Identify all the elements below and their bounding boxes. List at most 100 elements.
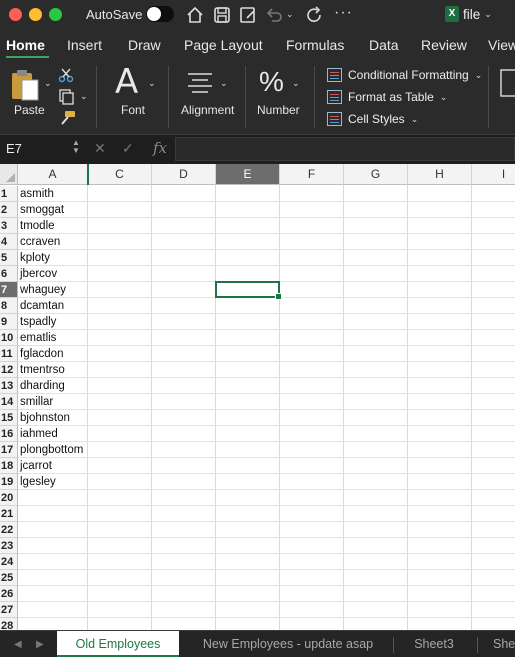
column-header-a[interactable]: A — [18, 164, 88, 185]
column-header-h[interactable]: H — [408, 164, 472, 185]
row-header-7[interactable]: 7 — [0, 282, 18, 298]
row-header-28[interactable]: 28 — [0, 618, 18, 630]
alignment-label[interactable]: Alignment — [181, 103, 234, 117]
save-icon[interactable] — [212, 5, 232, 25]
tab-insert[interactable]: Insert — [67, 37, 102, 53]
row-header-8[interactable]: 8 — [0, 298, 18, 314]
column-header-f[interactable]: F — [280, 164, 344, 185]
row-header-20[interactable]: 20 — [0, 490, 18, 506]
cell-a5[interactable]: kploty — [20, 250, 50, 266]
edit-icon[interactable] — [238, 5, 258, 25]
cell-a6[interactable]: jbercov — [20, 266, 57, 282]
row-header-22[interactable]: 22 — [0, 522, 18, 538]
row-header-2[interactable]: 2 — [0, 202, 18, 218]
sheet-tab-sheet4[interactable]: Sheet4 — [480, 631, 515, 657]
cell-a17[interactable]: plongbottom — [20, 442, 83, 458]
row-header-16[interactable]: 16 — [0, 426, 18, 442]
tab-draw[interactable]: Draw — [128, 37, 161, 53]
prev-sheet-icon[interactable]: ◀ — [14, 639, 22, 650]
row-header-25[interactable]: 25 — [0, 570, 18, 586]
row-header-21[interactable]: 21 — [0, 506, 18, 522]
undo-icon[interactable] — [264, 5, 284, 25]
undo-dropdown-icon[interactable]: ⌄ — [286, 9, 294, 20]
row-header-1[interactable]: 1 — [0, 186, 18, 202]
number-label[interactable]: Number — [257, 103, 300, 117]
row-header-12[interactable]: 12 — [0, 362, 18, 378]
number-dropdown-icon[interactable]: ⌄ — [292, 78, 300, 89]
insert-function-icon[interactable]: fx — [153, 139, 167, 157]
format-as-table-button[interactable]: Format as Table ⌄ — [327, 88, 447, 106]
tab-view[interactable]: View — [488, 37, 515, 53]
cell-a3[interactable]: tmodle — [20, 218, 55, 234]
cut-icon[interactable] — [58, 67, 74, 83]
cell-a19[interactable]: lgesley — [20, 474, 56, 490]
column-header-g[interactable]: G — [344, 164, 408, 185]
row-header-17[interactable]: 17 — [0, 442, 18, 458]
cancel-icon[interactable]: ✕ — [94, 140, 106, 157]
cell-a18[interactable]: jcarrot — [20, 458, 52, 474]
name-box-stepper-icon[interactable]: ▲ ▼ — [72, 139, 80, 155]
spreadsheet-grid[interactable]: A C D E F G H I 1 asmith 2 smoggat 3 tmodle 4 ccraven 5 k… — [0, 164, 515, 630]
cell-a4[interactable]: ccraven — [20, 234, 60, 250]
cell-styles-button[interactable]: Cell Styles ⌄ — [327, 110, 418, 128]
format-painter-icon[interactable] — [58, 110, 76, 126]
zoom-window-button[interactable] — [49, 8, 62, 21]
close-window-button[interactable] — [9, 8, 22, 21]
cell-a11[interactable]: fglacdon — [20, 346, 63, 362]
next-sheet-icon[interactable]: ▶ — [36, 639, 44, 650]
percent-icon[interactable]: % — [259, 66, 284, 98]
row-header-4[interactable]: 4 — [0, 234, 18, 250]
home-icon[interactable] — [185, 5, 205, 25]
cell-a15[interactable]: bjohnston — [20, 410, 70, 426]
column-header-c[interactable]: C — [88, 164, 152, 185]
paste-dropdown-icon[interactable]: ⌄ — [44, 78, 52, 89]
tab-review[interactable]: Review — [421, 37, 467, 53]
sheet-tab-sheet3[interactable]: Sheet3 — [398, 631, 470, 657]
minimize-window-button[interactable] — [29, 8, 42, 21]
copy-dropdown-icon[interactable]: ⌄ — [80, 91, 88, 102]
cell-a13[interactable]: dharding — [20, 378, 65, 394]
active-cell-e7[interactable] — [215, 281, 282, 300]
more-icon[interactable]: ··· — [334, 4, 353, 22]
column-header-e[interactable]: E — [216, 164, 280, 185]
row-header-9[interactable]: 9 — [0, 314, 18, 330]
cell-a2[interactable]: smoggat — [20, 202, 64, 218]
formula-input[interactable] — [175, 137, 515, 161]
row-header-3[interactable]: 3 — [0, 218, 18, 234]
cell-a10[interactable]: ematlis — [20, 330, 56, 346]
autosave-toggle[interactable] — [146, 6, 174, 22]
row-header-5[interactable]: 5 — [0, 250, 18, 266]
select-all-button[interactable] — [0, 164, 18, 185]
row-header-11[interactable]: 11 — [0, 346, 18, 362]
row-header-10[interactable]: 10 — [0, 330, 18, 346]
file-name[interactable]: X file ⌄ — [445, 6, 492, 22]
row-header-6[interactable]: 6 — [0, 266, 18, 282]
tab-page-layout[interactable]: Page Layout — [184, 37, 263, 53]
row-header-23[interactable]: 23 — [0, 538, 18, 554]
row-header-24[interactable]: 24 — [0, 554, 18, 570]
cell-a8[interactable]: dcamtan — [20, 298, 64, 314]
cell-a9[interactable]: tspadly — [20, 314, 56, 330]
cell-a12[interactable]: tmentrso — [20, 362, 65, 378]
conditional-formatting-button[interactable]: Conditional Formatting ⌄ — [327, 66, 482, 84]
sheet-tab-new-employees[interactable]: New Employees - update asap — [186, 631, 390, 657]
row-header-14[interactable]: 14 — [0, 394, 18, 410]
redo-icon[interactable] — [305, 5, 325, 25]
row-header-27[interactable]: 27 — [0, 602, 18, 618]
cell-a7[interactable]: whaguey — [20, 282, 66, 298]
column-header-d[interactable]: D — [152, 164, 216, 185]
enter-icon[interactable]: ✓ — [122, 140, 134, 157]
row-header-13[interactable]: 13 — [0, 378, 18, 394]
row-header-26[interactable]: 26 — [0, 586, 18, 602]
copy-icon[interactable] — [58, 89, 76, 105]
row-header-19[interactable]: 19 — [0, 474, 18, 490]
font-dropdown-icon[interactable]: ⌄ — [148, 78, 156, 89]
paste-label[interactable]: Paste — [14, 103, 45, 117]
cells-icon[interactable] — [500, 68, 515, 98]
font-icon[interactable]: A — [115, 62, 138, 102]
cell-a1[interactable]: asmith — [20, 186, 54, 202]
paste-icon[interactable] — [10, 68, 42, 102]
cell-a14[interactable]: smillar — [20, 394, 53, 410]
tab-formulas[interactable]: Formulas — [286, 37, 344, 53]
row-header-18[interactable]: 18 — [0, 458, 18, 474]
